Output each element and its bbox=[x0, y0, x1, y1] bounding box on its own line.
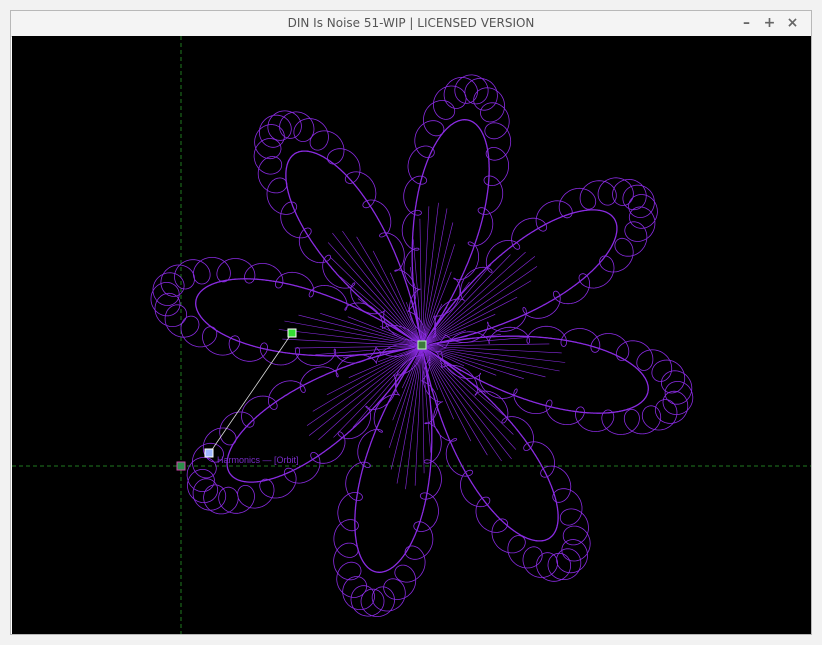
spoke-line bbox=[284, 320, 423, 347]
app-window: DIN Is Noise 51-WIP | LICENSED VERSION –… bbox=[10, 10, 812, 635]
radius-handle[interactable] bbox=[287, 328, 297, 338]
spoke-line bbox=[421, 345, 562, 354]
spoke-line bbox=[282, 338, 423, 347]
drawing-canvas[interactable]: Harmonics — [Orbit] bbox=[12, 36, 811, 634]
center-handle[interactable] bbox=[417, 340, 427, 350]
handle-connector bbox=[208, 332, 293, 455]
spoke-line bbox=[421, 345, 524, 379]
spoke-line bbox=[389, 345, 423, 448]
spoke-line bbox=[421, 345, 514, 435]
spoke-line bbox=[421, 345, 517, 450]
overlay-label: Harmonics — [Orbit] bbox=[217, 455, 299, 465]
spoke-line bbox=[421, 244, 455, 347]
close-button[interactable]: × bbox=[784, 15, 801, 32]
maximize-button[interactable]: + bbox=[761, 15, 778, 32]
spoke-line bbox=[327, 242, 423, 347]
spoke-line bbox=[414, 345, 423, 486]
orbit-handle[interactable] bbox=[204, 448, 214, 458]
spoke-line bbox=[421, 206, 430, 347]
spoke-line bbox=[333, 345, 423, 438]
window-title: DIN Is Noise 51-WIP | LICENSED VERSION bbox=[287, 16, 535, 30]
spoke-line bbox=[318, 345, 423, 441]
minimize-button[interactable]: – bbox=[738, 15, 755, 32]
title-bar[interactable]: DIN Is Noise 51-WIP | LICENSED VERSION –… bbox=[11, 11, 811, 37]
spoke-line bbox=[330, 257, 423, 347]
spoke-line bbox=[320, 313, 423, 347]
spirograph-view[interactable]: Harmonics — [Orbit] bbox=[12, 36, 811, 634]
origin-handle[interactable] bbox=[176, 461, 186, 471]
spoke-line bbox=[396, 345, 423, 484]
